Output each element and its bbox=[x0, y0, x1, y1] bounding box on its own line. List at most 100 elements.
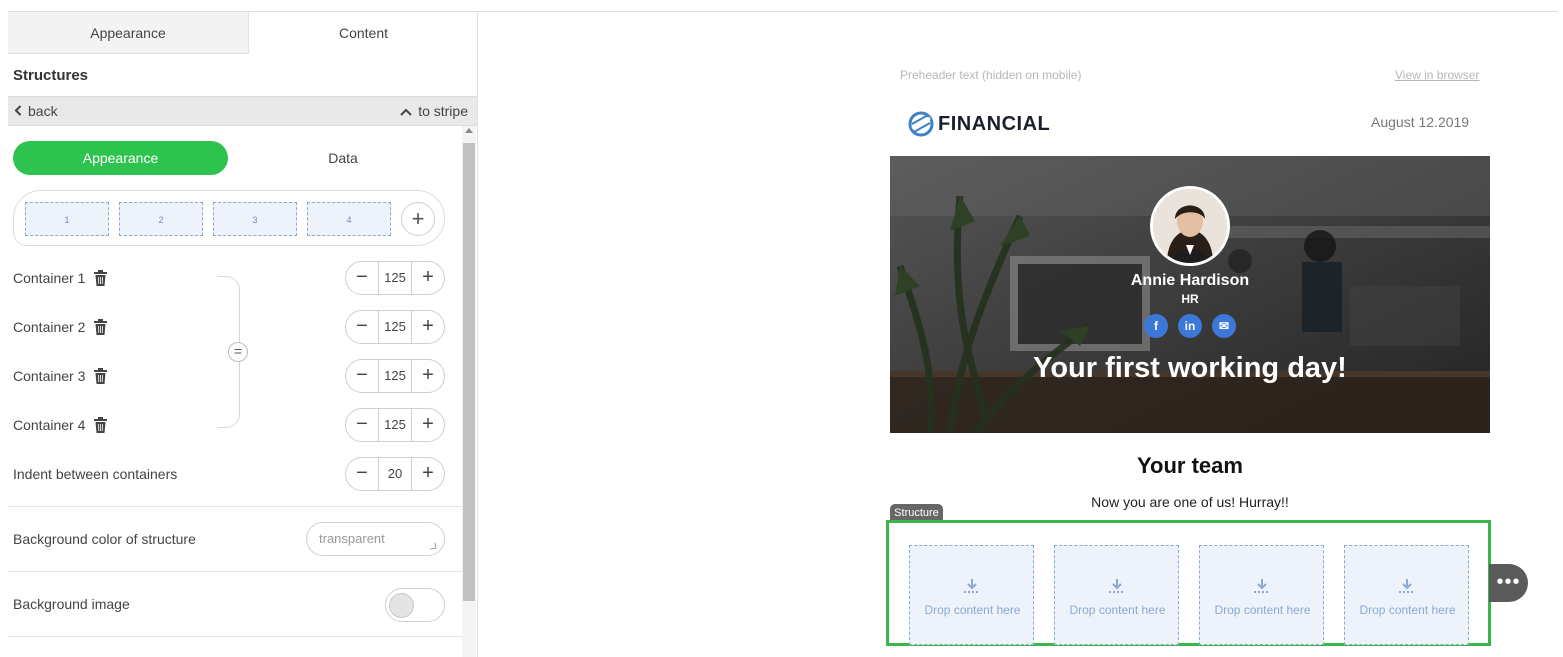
back-button[interactable]: back bbox=[14, 97, 58, 125]
email-date: August 12.2019 bbox=[1371, 114, 1470, 130]
drop-zone-label: Drop content here bbox=[1069, 603, 1166, 617]
bg-image-label: Background image bbox=[13, 596, 130, 612]
minus-button[interactable]: − bbox=[346, 409, 378, 441]
container-4-stepper: − 125 + bbox=[345, 408, 445, 442]
drop-zone-1[interactable]: Drop content here bbox=[909, 545, 1034, 645]
settings-panel: Appearance Content Structures back to st… bbox=[8, 12, 478, 657]
tab-content[interactable]: Content bbox=[249, 12, 477, 54]
person-role: HR bbox=[1181, 292, 1199, 306]
navigation-bar: back to stripe bbox=[8, 96, 477, 126]
trash-icon[interactable] bbox=[94, 319, 108, 335]
drop-zone-3[interactable]: Drop content here bbox=[1199, 545, 1324, 645]
equal-width-button[interactable]: = bbox=[228, 342, 248, 362]
to-stripe-button[interactable]: to stripe bbox=[400, 97, 468, 125]
add-column-button[interactable]: + bbox=[401, 202, 435, 236]
trash-icon[interactable] bbox=[94, 368, 108, 384]
download-icon bbox=[1399, 579, 1415, 593]
preheader-text: Preheader text (hidden on mobile) bbox=[900, 68, 1082, 82]
equal-icon: = bbox=[233, 343, 243, 359]
columns-layout: 1 2 3 4 + bbox=[13, 190, 445, 246]
subtab-appearance[interactable]: Appearance bbox=[13, 141, 228, 175]
container-2-row: Container 2 bbox=[13, 319, 108, 335]
container-3-stepper: − 125 + bbox=[345, 359, 445, 393]
bg-color-label: Background color of structure bbox=[13, 531, 196, 547]
plus-button[interactable]: + bbox=[412, 360, 444, 392]
to-stripe-label: to stripe bbox=[418, 103, 468, 119]
back-label: back bbox=[28, 103, 58, 119]
column-cell-4[interactable]: 4 bbox=[307, 202, 391, 236]
person-name: Annie Hardison bbox=[1130, 272, 1250, 289]
team-subtitle: Now you are one of us! Hurray!! bbox=[1091, 494, 1289, 510]
container-4-label: Container 4 bbox=[13, 417, 86, 433]
scrollbar[interactable] bbox=[462, 126, 476, 657]
plus-button[interactable]: + bbox=[412, 458, 444, 490]
toggle-knob bbox=[389, 593, 414, 618]
plus-button[interactable]: + bbox=[412, 409, 444, 441]
logo-text: FINANCIAL bbox=[938, 113, 1051, 135]
tab-appearance[interactable]: Appearance bbox=[8, 12, 249, 54]
download-icon bbox=[964, 579, 980, 593]
minus-button[interactable]: − bbox=[346, 458, 378, 490]
column-cell-3[interactable]: 3 bbox=[213, 202, 297, 236]
minus-button[interactable]: − bbox=[346, 360, 378, 392]
person-photo bbox=[1153, 189, 1227, 263]
color-picker-icon bbox=[429, 542, 437, 550]
indent-value[interactable]: 20 bbox=[378, 458, 412, 490]
container-1-value[interactable]: 125 bbox=[378, 262, 412, 294]
chevron-left-icon bbox=[14, 98, 22, 126]
download-icon bbox=[1254, 579, 1270, 593]
drop-zone-4[interactable]: Drop content here bbox=[1344, 545, 1469, 645]
settings-scroll-area: Appearance Data 1 2 3 4 + Container 1 − … bbox=[8, 126, 477, 657]
chevron-up-icon bbox=[400, 98, 412, 126]
container-2-value[interactable]: 125 bbox=[378, 311, 412, 343]
minus-button[interactable]: − bbox=[346, 262, 378, 294]
container-1-label: Container 1 bbox=[13, 270, 86, 286]
subtab-data[interactable]: Data bbox=[248, 141, 438, 175]
container-3-label: Container 3 bbox=[13, 368, 86, 384]
indent-stepper: − 20 + bbox=[345, 457, 445, 491]
container-4-value[interactable]: 125 bbox=[378, 409, 412, 441]
more-options-button[interactable]: ••• bbox=[1489, 564, 1528, 602]
section-title: Structures bbox=[13, 67, 89, 84]
app-frame: Appearance Content Structures back to st… bbox=[0, 0, 1563, 657]
bg-image-toggle[interactable] bbox=[385, 588, 445, 622]
trash-icon[interactable] bbox=[94, 417, 108, 433]
team-title: Your team bbox=[1137, 453, 1243, 478]
view-in-browser-link[interactable]: View in browser bbox=[1395, 68, 1479, 82]
logo-mark-icon bbox=[908, 111, 934, 137]
download-icon bbox=[1109, 579, 1125, 593]
container-4-row: Container 4 bbox=[13, 417, 108, 433]
container-3-value[interactable]: 125 bbox=[378, 360, 412, 392]
main-tabs: Appearance Content bbox=[8, 12, 477, 54]
column-cell-1[interactable]: 1 bbox=[25, 202, 109, 236]
drop-zone-label: Drop content here bbox=[1214, 603, 1311, 617]
drop-zone-2[interactable]: Drop content here bbox=[1054, 545, 1179, 645]
trash-icon[interactable] bbox=[94, 270, 108, 286]
scroll-up-icon[interactable] bbox=[465, 128, 473, 133]
selected-structure[interactable]: Drop content here Drop content here Drop… bbox=[886, 520, 1491, 646]
drop-zone-label: Drop content here bbox=[924, 603, 1021, 617]
linkedin-icon[interactable]: in bbox=[1178, 314, 1202, 338]
bg-color-input[interactable]: transparent bbox=[306, 522, 445, 556]
column-cell-2[interactable]: 2 bbox=[119, 202, 203, 236]
divider bbox=[8, 506, 462, 507]
minus-button[interactable]: − bbox=[346, 311, 378, 343]
indent-label: Indent between containers bbox=[13, 466, 178, 482]
drop-zone-label: Drop content here bbox=[1359, 603, 1456, 617]
email-icon[interactable]: ✉ bbox=[1212, 314, 1236, 338]
hero-title: Your first working day! bbox=[1033, 352, 1347, 384]
facebook-icon[interactable]: f bbox=[1144, 314, 1168, 338]
avatar bbox=[1150, 186, 1230, 266]
container-2-label: Container 2 bbox=[13, 319, 86, 335]
more-icon: ••• bbox=[1496, 571, 1521, 593]
plus-button[interactable]: + bbox=[412, 262, 444, 294]
container-1-stepper: − 125 + bbox=[345, 261, 445, 295]
divider bbox=[8, 636, 462, 637]
scroll-thumb[interactable] bbox=[463, 143, 475, 601]
container-2-stepper: − 125 + bbox=[345, 310, 445, 344]
plus-button[interactable]: + bbox=[412, 311, 444, 343]
plus-icon: + bbox=[411, 206, 425, 231]
hero-banner[interactable]: Annie Hardison HR f in ✉ Your first work… bbox=[890, 156, 1490, 433]
container-1-row: Container 1 bbox=[13, 270, 108, 286]
divider bbox=[8, 571, 462, 572]
